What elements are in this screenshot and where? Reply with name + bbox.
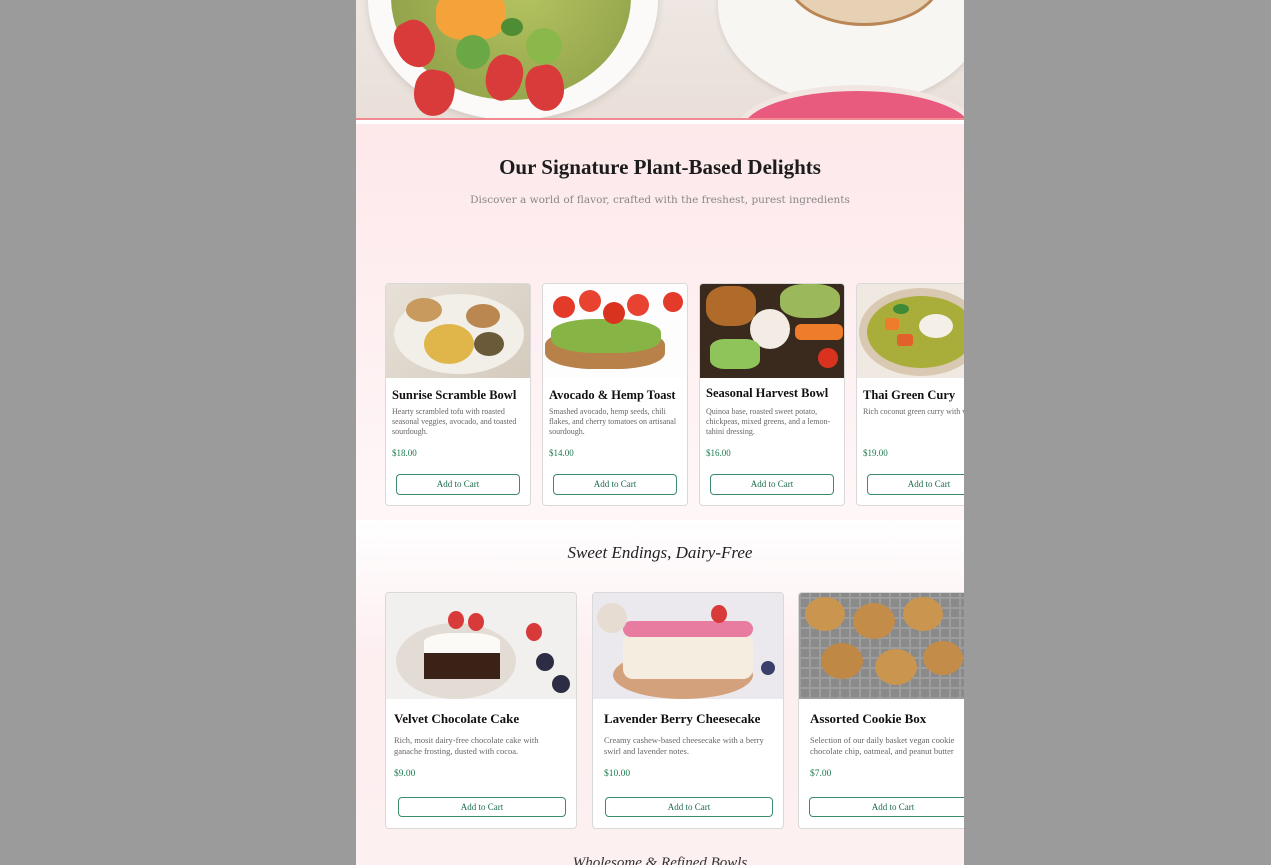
orange-slice-image: [436, 0, 506, 40]
kiwi-image: [526, 28, 562, 64]
hero-divider: [356, 118, 964, 120]
item-name: Avocado & Hemp Toast: [549, 388, 676, 402]
menu-card: Thai Green Cury Rich coconut green curry…: [856, 283, 964, 506]
food-image: [386, 593, 576, 699]
add-to-cart-button[interactable]: Add to Cart: [553, 474, 677, 495]
menu-card: Velvet Chocolate Cake Rich, mosit dairy-…: [385, 592, 577, 829]
berry-smoothie-image: [736, 85, 964, 120]
hero-image: [356, 0, 964, 120]
section-subtitle: Discover a world of flavor, crafted with…: [470, 194, 850, 206]
kiwi-image: [456, 35, 490, 69]
food-image: [857, 284, 964, 378]
item-price: $19.00: [863, 448, 888, 458]
food-image: [386, 284, 530, 378]
item-name: Lavender Berry Cheesecake: [604, 711, 761, 726]
item-description: Smashed avocado, hemp seeds, chili flake…: [549, 407, 677, 436]
add-to-cart-button[interactable]: Add to Cart: [605, 797, 773, 817]
menu-card: Assorted Cookie Box Selection of our dai…: [798, 592, 964, 829]
item-description: Selection of our daily basket vegan cook…: [810, 735, 955, 756]
menu-card: Seasonal Harvest Bowl Quinoa base, roast…: [699, 283, 845, 506]
add-to-cart-button[interactable]: Add to Cart: [398, 797, 566, 817]
item-name: Thai Green Cury: [863, 388, 956, 402]
item-price: $10.00: [604, 769, 631, 779]
food-image: [543, 284, 687, 378]
item-name: Assorted Cookie Box: [810, 711, 927, 726]
menu-card: Lavender Berry Cheesecake Creamy cashew-…: [592, 592, 784, 829]
menu-card: Avocado & Hemp Toast Smashed avocado, he…: [542, 283, 688, 506]
section-title: Sweet Endings, Dairy-Free: [567, 543, 753, 562]
add-to-cart-button[interactable]: Add to Cart: [396, 474, 520, 495]
add-to-cart-button[interactable]: Add to Cart: [867, 474, 964, 495]
item-description: Rich, mosit dairy-free chocolate cake wi…: [394, 735, 539, 756]
item-description: Rich coconut green curry with vegetales …: [863, 407, 964, 416]
add-to-cart-button[interactable]: Add to Cart: [809, 797, 964, 817]
section-title: Our Signature Plant-Based Delights: [499, 155, 821, 179]
food-image: [700, 284, 844, 378]
food-image: [593, 593, 783, 699]
item-description: Quinoa base, roasted sweet potato, chick…: [706, 407, 831, 436]
item-price: $14.00: [549, 448, 574, 458]
item-price: $16.00: [706, 448, 731, 458]
section-title: Wholesome & Refined Bowls: [572, 855, 748, 865]
menu-card: Sunrise Scramble Bowl Hearty scrambled t…: [385, 283, 531, 506]
page: Our Signature Plant-Based Delights Disco…: [356, 0, 964, 865]
item-name: Sunrise Scramble Bowl: [392, 388, 517, 402]
item-price: $7.00: [810, 769, 832, 779]
item-description: Hearty scrambled tofu with roasted seaso…: [392, 407, 517, 436]
item-price: $9.00: [394, 769, 416, 779]
item-name: Seasonal Harvest Bowl: [706, 386, 829, 400]
mint-leaf-image: [501, 18, 523, 36]
item-description: Creamy cashew-based cheesecake with a be…: [604, 735, 764, 756]
item-name: Velvet Chocolate Cake: [394, 711, 520, 726]
item-price: $18.00: [392, 448, 417, 458]
add-to-cart-button[interactable]: Add to Cart: [710, 474, 834, 495]
food-image: [799, 593, 964, 699]
